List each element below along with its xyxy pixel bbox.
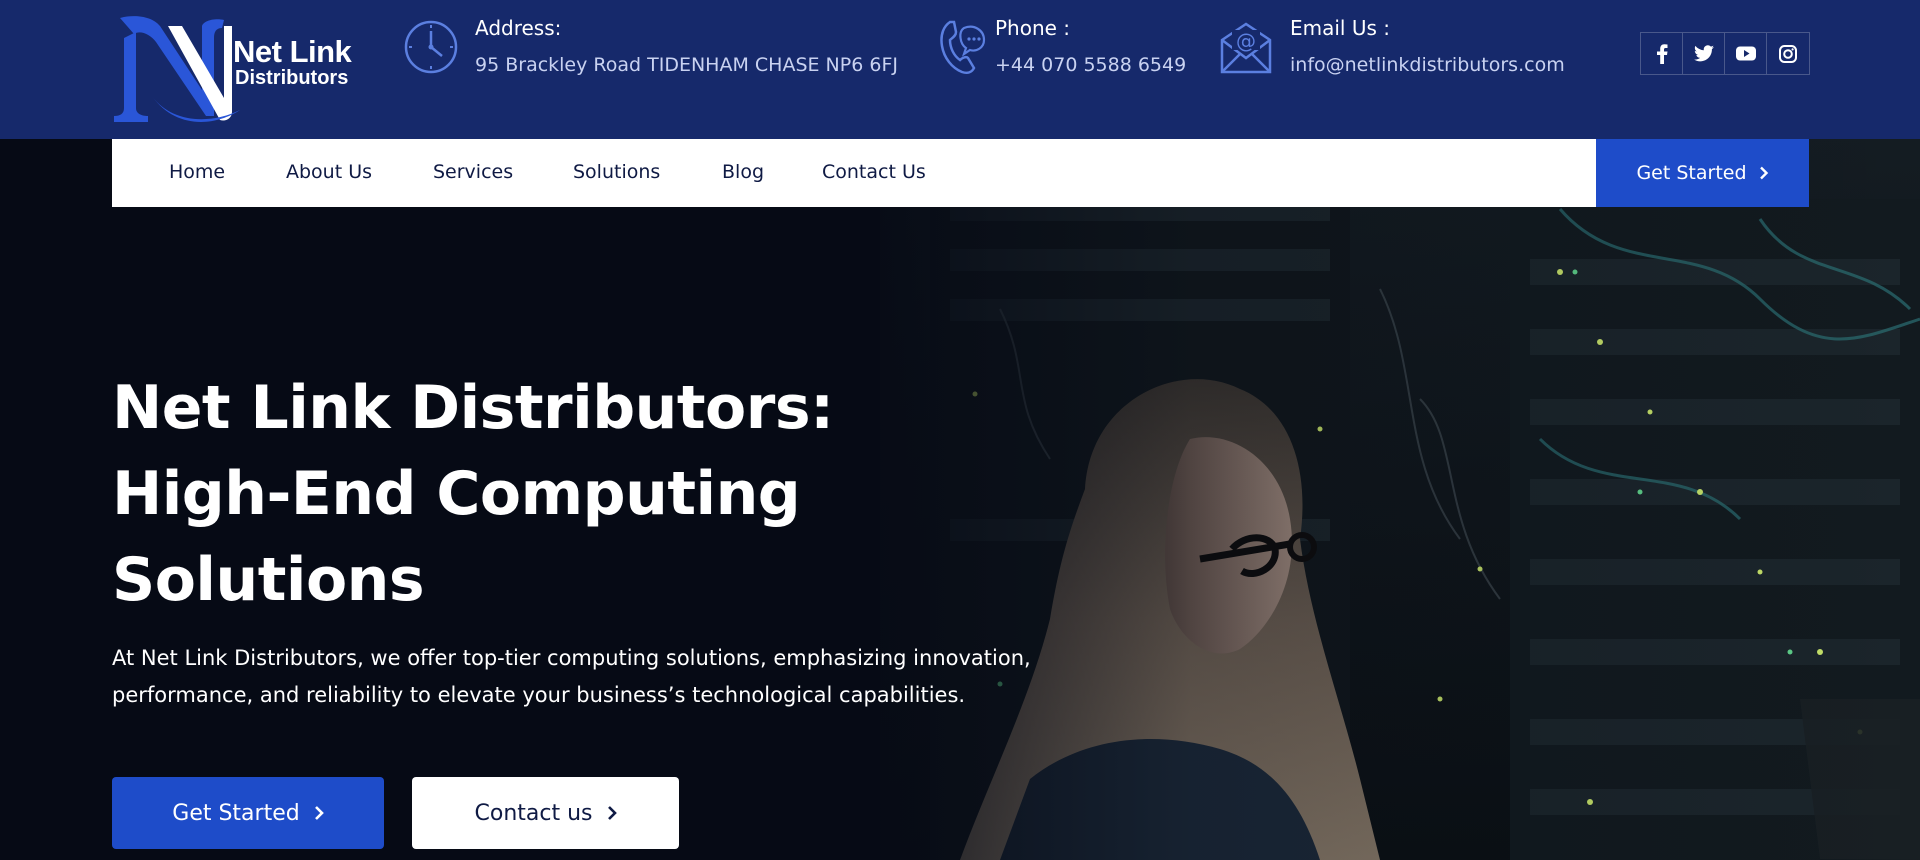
- phone-value[interactable]: +44 070 5588 6549: [995, 54, 1186, 76]
- address-label: Address:: [475, 16, 562, 40]
- hero-contact-us-label: Contact us: [474, 800, 593, 826]
- logo-mark-icon: [114, 16, 240, 122]
- nav-item-blog[interactable]: Blog: [722, 161, 764, 183]
- instagram-icon: [1779, 44, 1797, 63]
- hero-title: Net Link Distributors: High-End Computin…: [112, 365, 1012, 623]
- hero-get-started-button[interactable]: Get Started: [112, 777, 384, 849]
- nav-item-solutions[interactable]: Solutions: [573, 161, 660, 183]
- nav-item-home[interactable]: Home: [169, 161, 225, 183]
- phone-icon: [940, 20, 986, 75]
- nav-item-about-us[interactable]: About Us: [286, 161, 372, 183]
- brand-name-line1: Net Link: [233, 34, 352, 69]
- instagram-link[interactable]: [1767, 33, 1809, 74]
- address-value: 95 Brackley Road TIDENHAM CHASE NP6 6FJ: [475, 54, 898, 76]
- hero-title-line3: Solutions: [112, 545, 425, 615]
- hero-description: At Net Link Distributors, we offer top-t…: [112, 640, 1072, 714]
- nav-item-contact-us[interactable]: Contact Us: [822, 161, 926, 183]
- chevron-right-icon: [314, 806, 324, 820]
- brand-name-line2: Distributors: [235, 67, 349, 89]
- chevron-right-icon: [1759, 166, 1768, 180]
- email-label: Email Us :: [1290, 16, 1390, 40]
- chevron-right-icon: [607, 806, 617, 820]
- twitter-icon: [1693, 45, 1714, 62]
- hero-title-line1: Net Link Distributors:: [112, 373, 834, 443]
- main-nav: Home About Us Services Solutions Blog Co…: [112, 139, 1809, 207]
- nav-get-started-label: Get Started: [1636, 162, 1747, 184]
- mail-icon: @: [1220, 22, 1272, 74]
- hero-contact-us-button[interactable]: Contact us: [412, 777, 679, 849]
- email-value[interactable]: info@netlinkdistributors.com: [1290, 54, 1565, 76]
- top-info-bar: Net Link Distributors Address: 95 Brackl…: [0, 0, 1920, 139]
- hero-title-line2: High-End Computing: [112, 459, 801, 529]
- facebook-icon: [1656, 43, 1667, 64]
- social-links: [1640, 32, 1810, 75]
- youtube-icon: [1735, 46, 1756, 61]
- brand-logo[interactable]: Net Link Distributors: [112, 12, 362, 124]
- nav-get-started-button[interactable]: Get Started: [1596, 139, 1809, 207]
- svg-text:@: @: [1236, 29, 1256, 53]
- hero-description-line2: performance, and reliability to elevate …: [112, 683, 966, 707]
- clock-icon: [404, 20, 458, 74]
- youtube-link[interactable]: [1725, 33, 1767, 74]
- nav-item-services[interactable]: Services: [433, 161, 513, 183]
- hero-get-started-label: Get Started: [172, 800, 300, 826]
- facebook-link[interactable]: [1641, 33, 1683, 74]
- hero-description-line1: At Net Link Distributors, we offer top-t…: [112, 646, 1031, 670]
- phone-label: Phone :: [995, 16, 1071, 40]
- twitter-link[interactable]: [1683, 33, 1725, 74]
